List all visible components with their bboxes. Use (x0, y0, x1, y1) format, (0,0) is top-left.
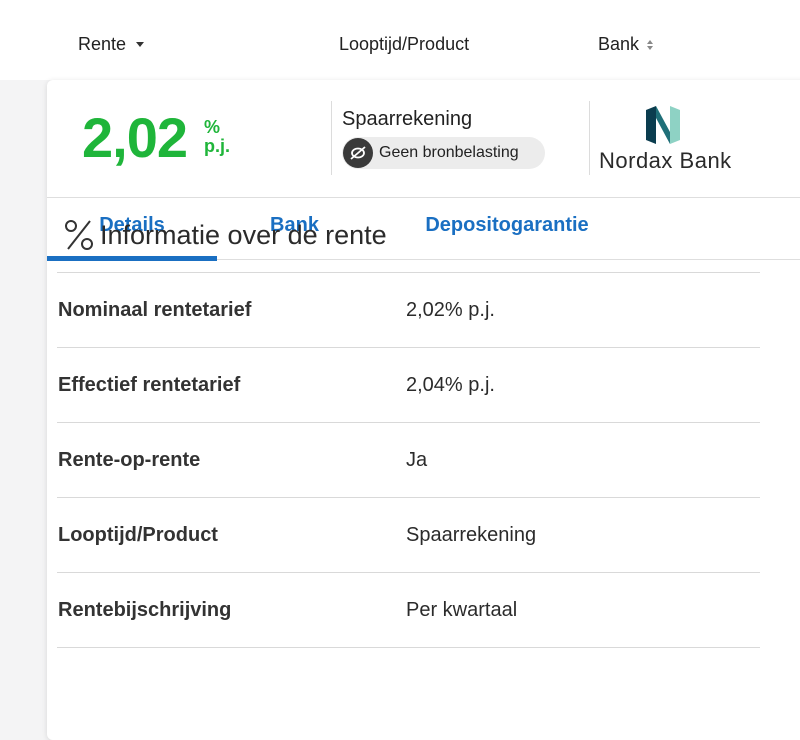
table-row: Effectief rentetarief 2,04% p.j. (57, 347, 760, 422)
row-label: Rente-op-rente (58, 449, 201, 471)
table-row: Rente-op-rente Ja (57, 422, 760, 497)
tax-badge: Geen bronbelasting (342, 137, 545, 169)
bank-name: Nordax Bank (599, 148, 732, 173)
interest-info-table: Nominaal rentetarief 2,02% p.j. Effectie… (57, 272, 760, 648)
table-row: Looptijd/Product Spaarrekening (57, 497, 760, 572)
sort-by-rente[interactable]: Rente (78, 34, 145, 55)
tab-depositogarantie[interactable]: Depositogarantie (407, 198, 607, 256)
tax-badge-label: Geen bronbelasting (379, 144, 519, 161)
row-value: Ja (406, 449, 428, 471)
divider (589, 101, 590, 175)
sort-by-looptijd[interactable]: Looptijd/Product (339, 34, 469, 55)
row-label: Looptijd/Product (58, 524, 218, 546)
offer-summary[interactable]: 2,02 % p.j. Spaarrekening Geen bronbelas… (47, 80, 800, 198)
section-title: Informatie over de rente (63, 218, 387, 252)
sort-icon (647, 39, 654, 50)
percent-icon (65, 220, 93, 250)
product-name: Spaarrekening (342, 108, 473, 130)
row-value: 2,04% p.j. (406, 374, 495, 396)
rate-unit: % p.j. (204, 118, 230, 156)
caret-down-icon (136, 42, 145, 47)
row-label: Effectief rentetarief (58, 374, 241, 396)
rate-unit-percent: % (204, 117, 221, 137)
column-header-row: Rente Looptijd/Product Bank (0, 0, 800, 80)
interest-rate: 2,02 (82, 106, 188, 169)
divider (331, 101, 332, 175)
bank-column-label: Bank (598, 34, 640, 54)
looptijd-column-label: Looptijd/Product (339, 34, 470, 54)
row-label: Rentebijschrijving (58, 599, 232, 621)
table-row: Rentebijschrijving Per kwartaal (57, 572, 760, 648)
no-tax-icon (343, 138, 373, 168)
row-label: Nominaal rentetarief (58, 299, 252, 321)
row-value: Spaarrekening (406, 524, 537, 546)
row-value: Per kwartaal (406, 599, 518, 621)
table-row: Nominaal rentetarief 2,02% p.j. (57, 272, 760, 347)
row-value: 2,02% p.j. (406, 299, 495, 321)
section-title-text: Informatie over de rente (100, 219, 387, 250)
sort-by-bank[interactable]: Bank (598, 34, 654, 55)
rate-unit-period: p.j. (204, 136, 230, 156)
bank-logo: Nordax Bank (599, 104, 739, 174)
rente-column-label: Rente (78, 34, 127, 54)
nordax-logo-icon (646, 106, 680, 144)
